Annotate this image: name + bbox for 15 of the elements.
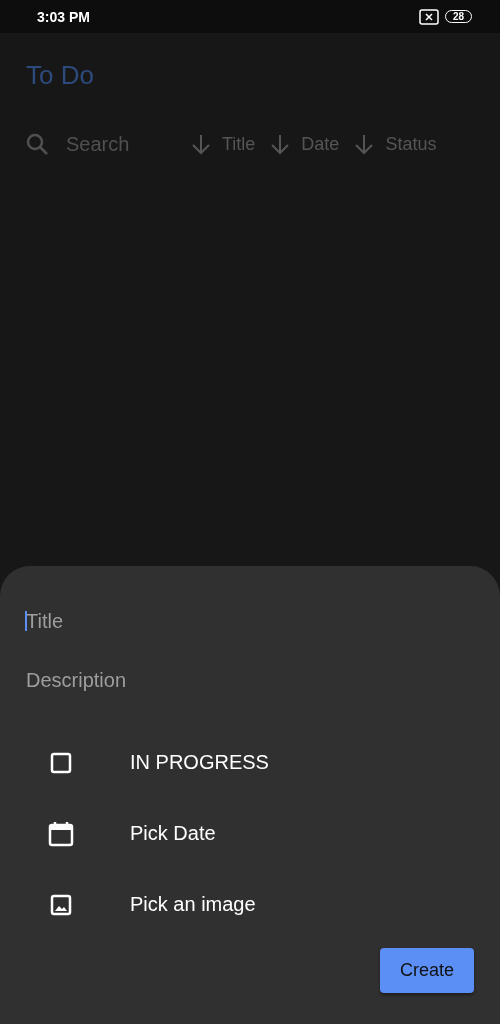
clock-time: 3:03 PM xyxy=(37,8,90,25)
text-field[interactable]: Title xyxy=(26,606,466,636)
arrow-down-icon xyxy=(190,133,212,155)
search-icon xyxy=(26,133,48,155)
image-picker-button[interactable]: Pick an image xyxy=(26,869,262,940)
app-title: To Do xyxy=(26,59,94,91)
date-picker-button[interactable]: Pick Date xyxy=(26,798,222,869)
search-field[interactable]: Search xyxy=(66,132,156,156)
create-button[interactable]: Create xyxy=(380,948,474,993)
text-field[interactable]: Description xyxy=(26,665,466,695)
arrow-down-icon xyxy=(353,133,376,155)
calendar-icon xyxy=(48,820,74,847)
arrow-down-icon xyxy=(269,133,292,155)
checkbox-option[interactable]: IN PROGRESS xyxy=(26,727,275,798)
no-sim-icon xyxy=(418,8,439,25)
